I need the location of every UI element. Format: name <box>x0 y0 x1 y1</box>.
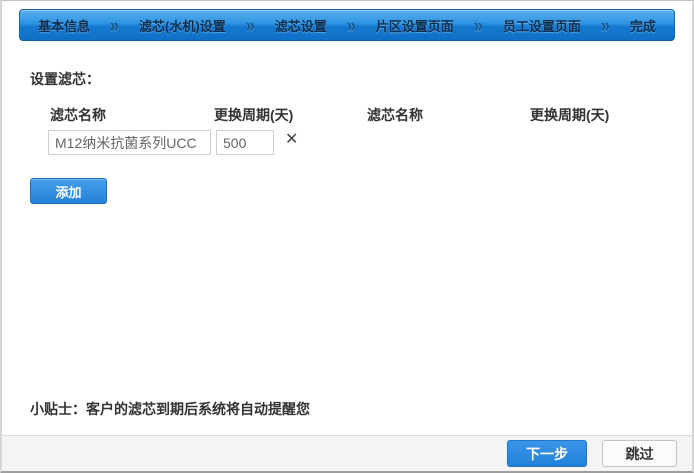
setup-wizard-dialog: 基本信息 » 滤芯(水机)设置 » 滤芯设置 » 片区设置页面 » 员工设置页面… <box>0 0 694 473</box>
filter-name-input[interactable] <box>48 130 211 155</box>
chevron-separator-icon: » <box>110 15 119 35</box>
section-label-set-filter: 设置滤芯： <box>30 69 100 89</box>
step-basic-info[interactable]: 基本信息 <box>38 16 90 35</box>
chevron-separator-icon: » <box>601 15 610 35</box>
next-step-button[interactable]: 下一步 <box>507 440 587 467</box>
step-filter-setup[interactable]: 滤芯设置 <box>275 16 327 35</box>
step-finish[interactable]: 完成 <box>630 16 656 35</box>
chevron-separator-icon: » <box>474 15 483 35</box>
column-header-filter-name-1: 滤芯名称 <box>50 105 106 125</box>
column-header-filter-name-2: 滤芯名称 <box>367 105 423 125</box>
column-header-cycle-days-1: 更换周期(天) <box>214 105 293 125</box>
tip-text: 小贴士：客户的滤芯到期后系统将自动提醒您 <box>30 399 310 419</box>
cycle-days-input[interactable] <box>216 130 274 155</box>
step-filter-machine-setup[interactable]: 滤芯(水机)设置 <box>139 16 226 35</box>
step-staff-setup[interactable]: 员工设置页面 <box>503 16 581 35</box>
footer-bar: 下一步 跳过 <box>2 435 692 471</box>
skip-button[interactable]: 跳过 <box>602 440 677 467</box>
wizard-step-bar: 基本信息 » 滤芯(水机)设置 » 滤芯设置 » 片区设置页面 » 员工设置页面… <box>19 9 675 41</box>
column-header-cycle-days-2: 更换周期(天) <box>530 105 609 125</box>
step-area-setup[interactable]: 片区设置页面 <box>376 16 454 35</box>
chevron-separator-icon: » <box>347 15 356 35</box>
chevron-separator-icon: » <box>246 15 255 35</box>
add-button[interactable]: 添加 <box>30 178 107 204</box>
delete-row-icon[interactable]: ✕ <box>285 132 298 148</box>
